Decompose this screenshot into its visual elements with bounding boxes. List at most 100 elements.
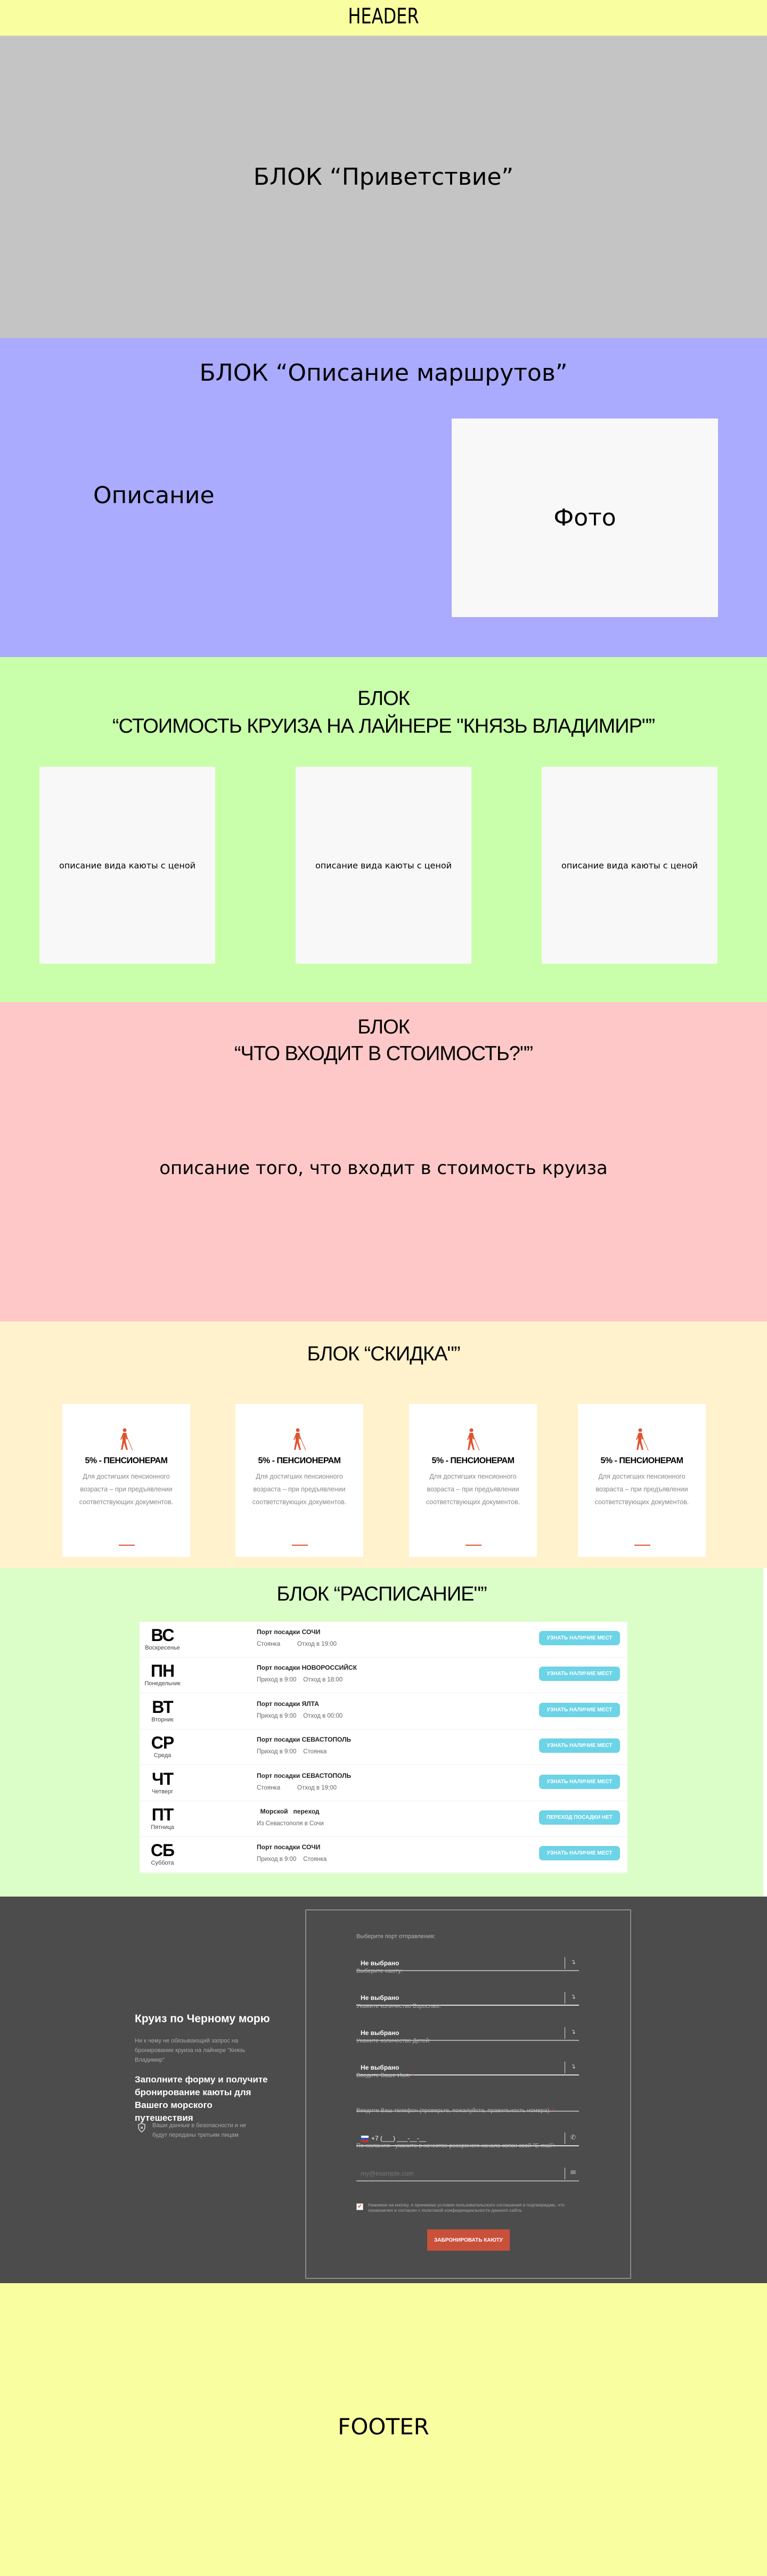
check-availability-button[interactable]: УЗНАТЬ НАЛИЧИЕ МЕСТ: [539, 1774, 620, 1789]
cabin-card: описание вида каюты с ценой: [296, 767, 471, 964]
discount-card-text: Для достигших пенсионного возраста – при…: [426, 1473, 520, 1506]
chevron-down-icon: ↴: [570, 1993, 576, 2000]
phone-label-text: Введите Ваш телефон (проверьте, пожалуйс…: [356, 2107, 551, 2114]
discount-card: 5% - ПЕНСИОНЕРАМ Для достигших пенсионно…: [235, 1404, 363, 1557]
russia-flag-icon: [361, 2136, 369, 2142]
includes-title-line1: БЛОК: [357, 1016, 410, 1038]
discount-title: БЛОК “СКИДКА"”: [307, 1343, 460, 1365]
cost-title-line1: БЛОК: [357, 687, 410, 710]
email-label: По желанию - укажите в качестве резервно…: [356, 2143, 556, 2149]
photo-label: Фото: [553, 504, 616, 531]
cost-title-line2: “СТОИМОСТЬ КРУИЗА НА ЛАЙНЕРЕ "КНЯЗЬ ВЛАД…: [112, 715, 655, 737]
day-abbr: СБ: [150, 1841, 175, 1860]
discount-card-title: 5% - ПЕНСИОНЕРАМ: [85, 1456, 168, 1465]
schedule-block: БЛОК “РАСПИСАНИЕ"” ВС Воскресенье Порт п…: [0, 1568, 763, 1897]
booking-heading: Заполните форму и получите бронирование …: [135, 2074, 268, 2123]
shield-icon: [137, 2123, 146, 2132]
port-text: Порт посадки СЕВАСТОПОЛЬ: [257, 1771, 352, 1779]
greeting-block: БЛОК “Приветствие”: [0, 36, 767, 338]
booking-subtitle: Ни к чему не обязывающий запрос на брони…: [135, 2038, 246, 2063]
check-availability-button[interactable]: УЗНАТЬ НАЛИЧИЕ МЕСТ: [539, 1738, 620, 1753]
phone-label: Введите Ваш телефон (проверьте, пожалуйс…: [356, 2107, 554, 2114]
required-mark: *: [552, 2107, 555, 2114]
footer-label: FOOTER: [338, 2414, 429, 2440]
times-text: Из Севастополя в Сочи: [257, 1820, 324, 1827]
day-name: Суббота: [151, 1860, 174, 1867]
name-label-text: Введите Ваше Имя:: [356, 2072, 411, 2079]
accent-divider: [466, 1545, 482, 1546]
day-name: Вторник: [151, 1716, 174, 1723]
times-text: Стоянка Отход в 19:00: [257, 1641, 337, 1647]
times-text: Приход в 9:00 Стоянка: [257, 1749, 327, 1755]
discount-card-title: 5% - ПЕНСИОНЕРАМ: [258, 1456, 341, 1465]
cost-block: БЛОК “СТОИМОСТЬ КРУИЗА НА ЛАЙНЕРЕ "КНЯЗЬ…: [0, 657, 767, 1002]
includes-body: описание того, что входит в стоимость кр…: [159, 1158, 608, 1179]
check-availability-button[interactable]: УЗНАТЬ НАЛИЧИЕ МЕСТ: [539, 1667, 620, 1681]
schedule-row: ЧТ Четверг Порт посадки СЕВАСТОПОЛЬ Стоя…: [140, 1766, 627, 1801]
cabin-card: описание вида каюты с ценой: [39, 767, 215, 964]
routes-block: БЛОК “Описание маршрутов” Описание Фото: [0, 338, 767, 657]
greeting-title: БЛОК “Приветствие”: [253, 163, 514, 191]
cabin-value: Не выбрано: [361, 1994, 399, 2001]
schedule-row: СР Среда Порт посадки СЕВАСТОПОЛЬ Приход…: [140, 1729, 627, 1766]
phone-icon: ✆: [570, 2134, 576, 2141]
adults-value: Не выбрано: [361, 2029, 399, 2037]
port-text: Порт посадки НОВОРОССИЙСК: [257, 1664, 357, 1672]
day-name: Четверг: [151, 1788, 174, 1795]
consent-checkbox[interactable]: ✔: [356, 2203, 363, 2210]
routes-photo: Фото: [452, 419, 718, 617]
check-availability-button[interactable]: УЗНАТЬ НАЛИЧИЕ МЕСТ: [539, 1702, 620, 1717]
times-text: Приход в 9:00 Отход в 00:00: [257, 1712, 343, 1719]
cabin-card-text: описание вида каюты с ценой: [59, 860, 196, 871]
day-abbr: ПН: [150, 1661, 175, 1681]
booking-block: Круиз по Черному морю Ни к чему не обязы…: [0, 1897, 767, 2283]
email-input[interactable]: my@example.com ✉: [356, 2167, 579, 2181]
discount-card-text: Для достигших пенсионного возраста – при…: [594, 1473, 689, 1506]
includes-block: БЛОК “ЧТО ВХОДИТ В СТОИМОСТЬ?"” описание…: [0, 1002, 767, 1322]
accent-divider: [119, 1545, 135, 1546]
port-value: Не выбрано: [361, 1959, 399, 1967]
schedule-row: ПТ Пятница Морской переход Из Севастопол…: [140, 1801, 627, 1837]
check-availability-button[interactable]: ПЕРЕХОД ПОСАДКИ НЕТ: [539, 1810, 620, 1825]
booking-title: Круиз по Черному морю: [135, 2013, 270, 2025]
chevron-down-icon: ↴: [570, 2028, 576, 2036]
check-availability-button[interactable]: УЗНАТЬ НАЛИЧИЕ МЕСТ: [539, 1846, 620, 1861]
schedule-row: ВТ Вторник Порт посадки ЯЛТА Приход в 9:…: [140, 1694, 627, 1729]
cabin-label: Выберите каюту:: [356, 1968, 403, 1974]
day-name: Пятница: [151, 1824, 174, 1831]
port-text: Порт посадки ЯЛТА: [257, 1700, 319, 1708]
email-placeholder: my@example.com: [361, 2170, 414, 2177]
envelope-icon: ✉: [570, 2169, 576, 2176]
accent-divider: [292, 1545, 308, 1546]
children-label: Укажите количество Детей:: [356, 2038, 431, 2044]
header: HEADER: [0, 0, 767, 36]
phone-value: +7 (___) ___-__-__: [371, 2135, 427, 2142]
day-name: Воскресенье: [145, 1645, 180, 1651]
booking-form: Выберите порт отправления: Не выбрано ↴ В…: [305, 1909, 631, 2279]
day-name: Понедельник: [144, 1680, 181, 1687]
accent-divider: [634, 1545, 650, 1546]
day-abbr: ВТ: [152, 1697, 173, 1717]
discount-card-text: Для достигших пенсионного возраста – при…: [79, 1473, 174, 1506]
check-availability-button[interactable]: УЗНАТЬ НАЛИЧИЕ МЕСТ: [539, 1631, 620, 1645]
schedule-row: ВС Воскресенье Порт посадки СОЧИ Стоянка…: [140, 1622, 627, 1658]
discount-card: 5% - ПЕНСИОНЕРАМ Для достигших пенсионно…: [62, 1404, 190, 1557]
cabin-card-text: описание вида каюты с ценой: [561, 860, 698, 871]
day-abbr: ЧТ: [151, 1769, 174, 1789]
discount-block: БЛОК “СКИДКА"” 5% - ПЕНСИОНЕРАМ Для дост…: [0, 1322, 767, 1568]
times-text: Приход в 9:00 Стоянка: [257, 1856, 327, 1863]
discount-card-title: 5% - ПЕНСИОНЕРАМ: [431, 1456, 515, 1465]
blind-person-icon: [293, 1428, 306, 1451]
includes-title: БЛОК “ЧТО ВХОДИТ В СТОИМОСТЬ?"”: [0, 1014, 767, 1067]
discount-card-title: 5% - ПЕНСИОНЕРАМ: [600, 1456, 683, 1465]
required-mark: *: [412, 2072, 414, 2079]
blind-person-icon: [467, 1428, 480, 1451]
cabin-card-text: описание вида каюты с ценой: [315, 860, 452, 871]
port-label: Выберите порт отправления:: [356, 1933, 436, 1940]
book-cabin-button[interactable]: ЗАБРОНИРОВАТЬ КАЮТУ: [427, 2229, 510, 2251]
chevron-down-icon: ↴: [570, 2063, 576, 2070]
port-text: Порт посадки СЕВАСТОПОЛЬ: [257, 1736, 352, 1744]
day-abbr: СР: [151, 1733, 174, 1753]
times-text: Приход в 9:00 Отход в 18:00: [257, 1677, 343, 1684]
adults-label: Укажите количество Взрослых:: [356, 2003, 441, 2009]
